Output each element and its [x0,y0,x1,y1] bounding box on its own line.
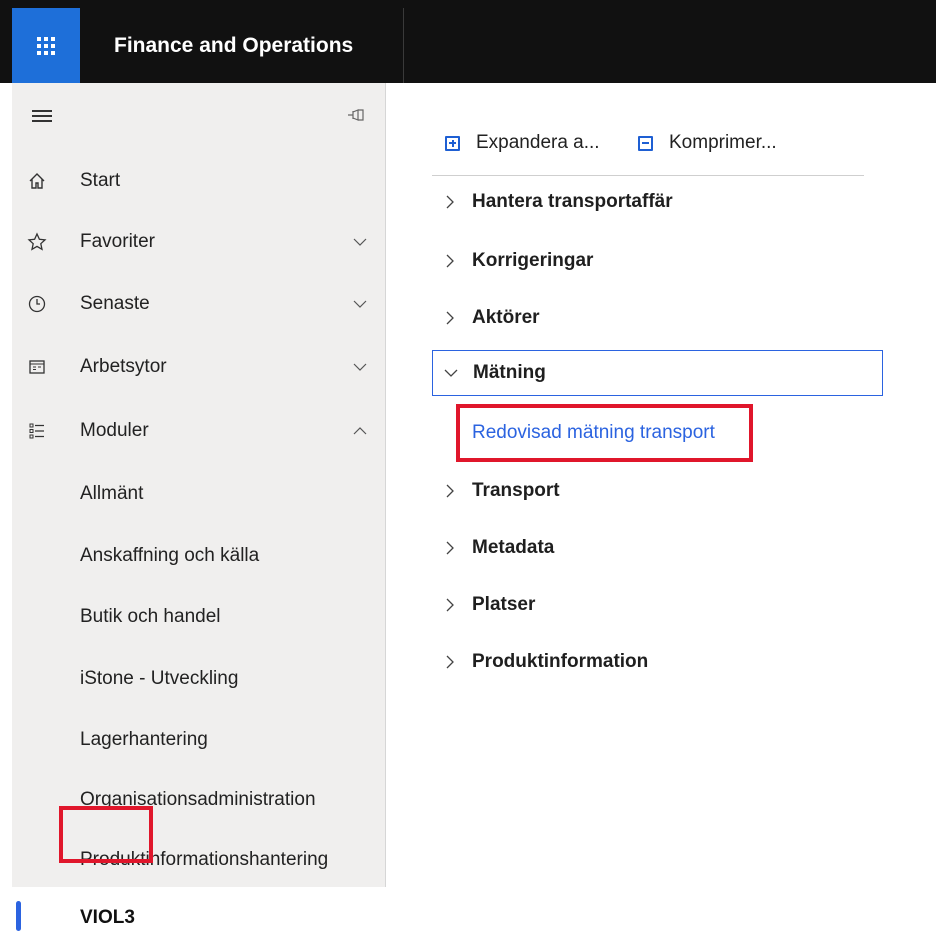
link-redovisad-matning-transport[interactable]: Redovisad mätning transport [472,422,715,444]
toolbar-divider [432,175,864,176]
chevron-down-icon [352,359,368,375]
pin-icon[interactable] [346,105,366,125]
sidebar-item-senaste[interactable]: Senaste [12,279,386,329]
app-title[interactable]: Finance and Operations [114,8,353,83]
sidebar-item-label: Start [80,170,121,191]
group-label: Transport [472,480,560,501]
sidebar-item-label: Moduler [80,420,149,441]
navigation-pane: Start Favoriter Senaste Arbetsytor Modul… [12,83,386,949]
chevron-down-icon [352,296,368,312]
module-item-lagerhantering[interactable]: Lagerhantering [12,715,386,765]
module-item-label: Produktinformationshantering [80,849,329,870]
home-icon [26,170,48,192]
group-korrigeringar[interactable]: Korrigeringar [432,238,883,284]
group-hantera-transportaffar[interactable]: Hantera transportaffär [432,179,883,225]
top-bar: Finance and Operations [0,0,936,83]
clock-icon [26,293,48,315]
chevron-right-icon [442,483,458,499]
group-platser[interactable]: Platser [432,582,883,628]
module-item-viol3[interactable]: VIOL3 [12,887,386,949]
chevron-right-icon [442,654,458,670]
expand-all-label: Expandera a... [476,132,600,153]
group-transport[interactable]: Transport [432,468,883,514]
group-label: Aktörer [472,307,540,328]
hamburger-menu-icon[interactable] [32,109,52,123]
chevron-right-icon [442,310,458,326]
module-item-label: iStone - Utveckling [80,668,239,689]
collapse-icon [638,135,653,151]
chevron-right-icon [442,253,458,269]
modules-list-icon [26,420,48,442]
group-label: Korrigeringar [472,250,594,271]
chevron-down-icon [352,234,368,250]
group-matning[interactable]: Mätning [432,350,883,396]
group-label: Hantera transportaffär [472,191,673,212]
topbar-divider [403,8,404,83]
sidebar-item-favoriter[interactable]: Favoriter [12,217,386,267]
expand-all-button[interactable]: Expandera a... [445,128,600,158]
chevron-up-icon [352,423,368,439]
module-item-produktinformationshantering[interactable]: Produktinformationshantering [12,835,386,885]
star-icon [26,231,48,253]
module-item-label: Anskaffning och källa [80,545,260,566]
chevron-down-icon [443,365,459,381]
sidebar-item-label: Favoriter [80,231,155,252]
chevron-right-icon [442,540,458,556]
module-item-label: VIOL3 [80,907,135,928]
group-label: Produktinformation [472,651,649,672]
module-item-label: Organisationsadministration [80,789,316,810]
chevron-right-icon [442,597,458,613]
collapse-all-button[interactable]: Komprimer... [638,128,777,158]
group-label: Mätning [473,362,546,383]
sidebar-item-label: Senaste [80,293,150,314]
chevron-right-icon [442,194,458,210]
active-indicator [16,901,21,931]
module-item-butik[interactable]: Butik och handel [12,592,386,642]
group-metadata[interactable]: Metadata [432,525,883,571]
module-item-label: Butik och handel [80,606,221,627]
sidebar-item-moduler[interactable]: Moduler [12,406,386,456]
module-item-allmant[interactable]: Allmänt [12,469,386,519]
group-produktinformation[interactable]: Produktinformation [432,639,883,685]
group-label: Platser [472,594,536,615]
workspace-icon [26,356,48,378]
group-label: Metadata [472,537,555,558]
sidebar-item-arbetsytor[interactable]: Arbetsytor [12,342,386,392]
module-item-label: Allmänt [80,483,144,504]
module-item-istone[interactable]: iStone - Utveckling [12,654,386,704]
module-item-label: Lagerhantering [80,729,208,750]
module-item-organisationsadministration[interactable]: Organisationsadministration [12,775,386,825]
expand-icon [445,135,460,151]
group-aktorer[interactable]: Aktörer [432,295,883,341]
collapse-all-label: Komprimer... [669,132,777,153]
module-item-anskaffning[interactable]: Anskaffning och källa [12,531,386,581]
sidebar-item-start[interactable]: Start [12,156,386,206]
sidebar-item-label: Arbetsytor [80,356,167,377]
waffle-icon[interactable] [12,8,80,83]
